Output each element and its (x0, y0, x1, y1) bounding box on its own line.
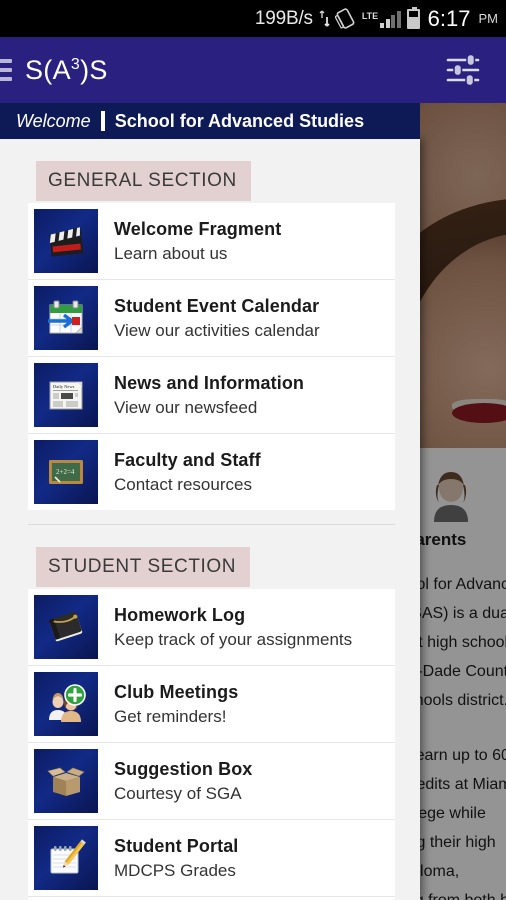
section-header-wrap: STUDENT SECTION (0, 525, 420, 587)
list-item-text: Welcome Fragment Learn about us (114, 219, 281, 264)
list-item-subtitle: Courtesy of SGA (114, 783, 242, 803)
breadcrumb: Welcome School for Advanced Studies (0, 103, 420, 139)
section-card: Welcome Fragment Learn about us Student E… (28, 203, 395, 510)
breadcrumb-separator (100, 111, 105, 131)
list-item-text: Club Meetings Get reminders! (114, 682, 238, 727)
svg-text:Daily News: Daily News (53, 384, 75, 389)
status-bar: 199B/s LTE 6:17 PM (0, 0, 506, 37)
screen-rotate-icon (334, 8, 356, 29)
list-item[interactable]: 2+2=4 Faculty and Staff Contact resources (28, 433, 395, 510)
list-item-title: Homework Log (114, 604, 246, 625)
section-header: GENERAL SECTION (36, 161, 251, 201)
list-item-title: Student Portal (114, 835, 239, 856)
list-item-title: Student Event Calendar (114, 295, 320, 316)
list-item-subtitle: Learn about us (114, 243, 228, 263)
app-bar: S(A3)S (0, 37, 506, 103)
list-item[interactable]: Student Portal MDCPS Grades (28, 819, 395, 896)
calendar-icon (34, 286, 98, 350)
chalkboard-icon: 2+2=4 (34, 440, 98, 504)
notebook-icon (34, 595, 98, 659)
list-item-text: Homework Log Keep track of your assignmen… (114, 605, 352, 650)
list-item-text: Student Event Calendar View our activitie… (114, 296, 320, 341)
list-item-text: News and Information View our newsfeed (114, 373, 304, 418)
app-title-superscript: 3 (70, 55, 81, 73)
list-item[interactable]: Club Meetings Get reminders! (28, 665, 395, 742)
list-item[interactable]: Student Event Calendar View our activitie… (28, 279, 395, 356)
navigation-drawer[interactable]: GENERAL SECTION Welcome Fragment Learn ab… (0, 139, 420, 900)
list-item-title: Welcome Fragment (114, 218, 282, 239)
svg-text:2+2=4: 2+2=4 (56, 468, 75, 476)
list-item-subtitle: Keep track of your assignments (114, 629, 353, 649)
section-header: STUDENT SECTION (36, 547, 251, 587)
app-title-main: S(A (25, 54, 71, 85)
add-people-icon (34, 672, 98, 736)
app-title-tail: )S (80, 54, 108, 85)
list-item-subtitle: Get reminders! (114, 706, 227, 726)
hamburger-menu-icon[interactable] (0, 59, 12, 81)
up-down-arrows-icon (319, 9, 330, 29)
list-item[interactable]: Welcome Fragment Learn about us (28, 203, 395, 279)
clock-ampm: PM (478, 11, 499, 26)
list-item[interactable]: Suggestion Box Courtesy of SGA (28, 742, 395, 819)
clock-time: 6:17 (427, 5, 471, 31)
list-item-title: Faculty and Staff (114, 449, 261, 470)
breadcrumb-school: School for Advanced Studies (114, 110, 365, 131)
list-item-title: Suggestion Box (114, 758, 253, 779)
bars-group (380, 10, 401, 28)
section-card: Homework Log Keep track of your assignmen… (28, 589, 395, 900)
drawer-list[interactable]: GENERAL SECTION Welcome Fragment Learn ab… (0, 139, 420, 900)
list-item[interactable]: Daily News News and Information View our … (28, 356, 395, 433)
list-item-title: Club Meetings (114, 681, 239, 702)
list-item[interactable]: Student ResourcesSurvival Guide (28, 896, 395, 900)
network-speed-label: 199B/s (254, 7, 313, 29)
notepad-pencil-icon (34, 826, 98, 890)
newspaper-icon: Daily News (34, 363, 98, 427)
page-title: S(A3)S (25, 55, 108, 86)
list-item-subtitle: View our newsfeed (114, 397, 258, 417)
list-item-subtitle: MDCPS Grades (114, 860, 236, 880)
list-item-subtitle: View our activities calendar (114, 320, 320, 340)
breadcrumb-welcome: Welcome (16, 110, 91, 131)
phone-screen: 199B/s LTE 6:17 PM S(A3)S Parents for Ad… (0, 0, 506, 900)
clapperboard-icon (34, 209, 98, 273)
section-header-wrap: GENERAL SECTION (0, 139, 420, 201)
open-box-icon (34, 749, 98, 813)
tune-sliders-icon[interactable] (442, 49, 484, 91)
battery-icon (406, 6, 420, 29)
list-item-text: Suggestion Box Courtesy of SGA (114, 759, 252, 804)
list-item-title: News and Information (114, 372, 305, 393)
lte-label: LTE (361, 10, 379, 21)
list-item-subtitle: Contact resources (114, 474, 252, 494)
list-item-text: Faculty and Staff Contact resources (114, 450, 261, 495)
list-item[interactable]: Homework Log Keep track of your assignmen… (28, 589, 395, 665)
list-item-text: Student Portal MDCPS Grades (114, 836, 238, 881)
signal-bars-icon: LTE (362, 10, 401, 28)
